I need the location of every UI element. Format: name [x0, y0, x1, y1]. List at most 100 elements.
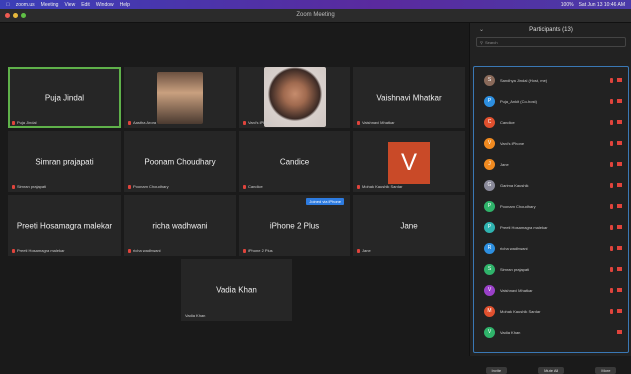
video-tile[interactable]: Vadia Khan Vadia Khan	[181, 259, 292, 321]
participant-name: Preeti Hosamagra malekar	[500, 224, 548, 230]
clock[interactable]: Sat Jun 13 10:46 AM	[579, 2, 625, 8]
participant-row[interactable]: C Candice	[474, 113, 628, 131]
tile-label: Aastha Arora	[133, 120, 157, 125]
participant-name: Preeti Hosamagra malekar	[16, 221, 113, 230]
participants-panel: ⌄ Participants (13) ⚲ Search S Sandhya J…	[469, 23, 631, 374]
video-tile[interactable]: Preeti Hosamagra malekar Preeti Hosamagr…	[8, 195, 121, 256]
video-tile[interactable]: Aastha Arora	[124, 67, 236, 128]
participant-avatar: J	[484, 158, 495, 170]
participant-avatar: M	[484, 305, 495, 317]
search-icon: ⚲	[480, 39, 483, 45]
menu-bar:  zoom.us Meeting View Edit Window Help …	[0, 0, 631, 9]
menu-item-help[interactable]: Help	[120, 2, 130, 8]
mic-muted-icon	[128, 184, 131, 189]
tile-label: Poonam Choudhary	[133, 184, 169, 189]
participant-avatar: S	[484, 74, 495, 86]
window-title: Zoom Meeting	[296, 12, 335, 18]
video-tile[interactable]: Candice Candice	[239, 131, 350, 192]
participant-row[interactable]: V Vani's iPhone	[474, 134, 628, 152]
mic-muted-icon	[128, 248, 131, 253]
participant-name: Candice	[279, 157, 310, 166]
participant-row[interactable]: P Poonam Choudhary	[474, 197, 628, 215]
menu-item-app[interactable]: zoom.us	[16, 2, 35, 8]
tile-label: Vadia Khan	[185, 313, 206, 318]
participant-search-input[interactable]: ⚲ Search	[476, 37, 626, 47]
participant-avatar: P	[484, 221, 495, 233]
participant-avatar: R	[484, 242, 495, 254]
panel-title: Participants (13)	[529, 27, 573, 33]
participant-name: Poonam Choudhary	[144, 157, 216, 166]
video-tile[interactable]: Poonam Choudhary Poonam Choudhary	[124, 131, 236, 192]
invite-button[interactable]: Invite	[485, 367, 508, 374]
participant-name: Simran prajapati	[500, 266, 530, 272]
tile-label: iPhone 2 Plus	[248, 248, 273, 253]
menu-item-meeting[interactable]: Meeting	[41, 2, 59, 8]
tile-label: richa wadhwani	[133, 248, 161, 253]
participant-row[interactable]: P Puja_Ankit (Co-host)	[474, 92, 628, 110]
participant-name: Jane	[500, 161, 509, 167]
mic-muted-icon	[243, 120, 246, 125]
participant-name: richa wadhwani	[152, 221, 208, 230]
participant-avatar: S	[484, 263, 495, 275]
participant-list: S Sandhya Jindal (Host, me) P Puja_Ankit…	[473, 66, 629, 353]
participant-avatar: P	[484, 95, 495, 107]
participant-avatar: C	[484, 116, 495, 128]
participant-row[interactable]: R richa wadhwani	[474, 239, 628, 257]
collapse-panel-icon[interactable]: ⌄	[479, 26, 484, 33]
panel-header: ⌄ Participants (13)	[470, 23, 631, 37]
video-tile[interactable]: Puja Jindal Puja Jindal	[8, 67, 121, 128]
battery-status[interactable]: 100%	[561, 2, 574, 8]
mic-muted-icon	[610, 224, 613, 230]
mic-muted-icon	[12, 184, 15, 189]
participant-name: iPhone 2 Plus	[269, 221, 320, 230]
participant-name: Vaishnavi Mhatkar	[376, 93, 442, 102]
video-tile[interactable]: Vani's iPhone	[239, 67, 350, 128]
tile-label: Preeti Hosamagra malekar	[17, 248, 65, 253]
participant-name: Vadia Khan	[500, 329, 521, 335]
participant-avatar: V	[388, 142, 430, 184]
mic-muted-icon	[610, 119, 613, 125]
participant-row[interactable]: M Mohak Kaushik Sardar	[474, 302, 628, 320]
participant-name: Mohak Kaushik Sardar	[500, 308, 541, 314]
participant-row[interactable]: V Vaishnavi Mhatkar	[474, 281, 628, 299]
participant-name: Jane	[400, 221, 418, 230]
video-tile[interactable]: Joined via iPhone iPhone 2 Plus iPhone 2…	[239, 195, 350, 256]
participant-name: Vaishnavi Mhatkar	[500, 287, 533, 293]
participant-name: Puja Jindal	[44, 93, 85, 102]
more-button[interactable]: More	[595, 367, 617, 374]
tile-label: Vaishnavi Mhatkar	[362, 120, 395, 125]
mute-all-button[interactable]: Mute All	[538, 367, 565, 374]
participant-row[interactable]: S Sandhya Jindal (Host, me)	[474, 71, 628, 89]
apple-icon[interactable]: 	[6, 2, 10, 8]
participant-row[interactable]: V Vadia Khan	[474, 323, 628, 341]
mic-muted-icon	[357, 120, 360, 125]
participant-row[interactable]: G Garima Kaushik	[474, 176, 628, 194]
participant-row[interactable]: J Jane	[474, 155, 628, 173]
menu-item-edit[interactable]: Edit	[81, 2, 90, 8]
camera-off-icon	[617, 330, 622, 334]
participant-avatar: P	[484, 200, 495, 212]
tile-label: Mohak Kaushik Sardar	[362, 184, 403, 189]
camera-off-icon	[617, 266, 622, 271]
window-titlebar: Zoom Meeting	[0, 9, 631, 23]
participant-name: Puja_Ankit (Co-host)	[500, 98, 537, 104]
menu-item-view[interactable]: View	[64, 2, 75, 8]
panel-footer: Invite Mute All More	[470, 367, 631, 374]
participant-row[interactable]: S Simran prajapati	[474, 260, 628, 278]
video-tile[interactable]: richa wadhwani richa wadhwani	[124, 195, 236, 256]
video-tile[interactable]: Jane Jane	[353, 195, 465, 256]
search-placeholder: Search	[484, 39, 498, 45]
camera-off-icon	[617, 308, 622, 313]
participant-row[interactable]: P Preeti Hosamagra malekar	[474, 218, 628, 236]
camera-off-icon	[617, 245, 622, 250]
participant-avatar: V	[484, 326, 495, 338]
camera-off-icon	[617, 119, 622, 124]
video-tile[interactable]: Vaishnavi Mhatkar Vaishnavi Mhatkar	[353, 67, 465, 128]
menu-item-window[interactable]: Window	[96, 2, 114, 8]
participant-video	[157, 72, 203, 124]
tile-label: Vani's iPhone	[248, 120, 273, 125]
video-tile[interactable]: Simran prajapati Simran prajapati	[8, 131, 121, 192]
participant-name: richa wadhwani	[500, 245, 528, 251]
mic-muted-icon	[243, 248, 246, 253]
video-tile[interactable]: V Mohak Kaushik Sardar	[353, 131, 465, 192]
